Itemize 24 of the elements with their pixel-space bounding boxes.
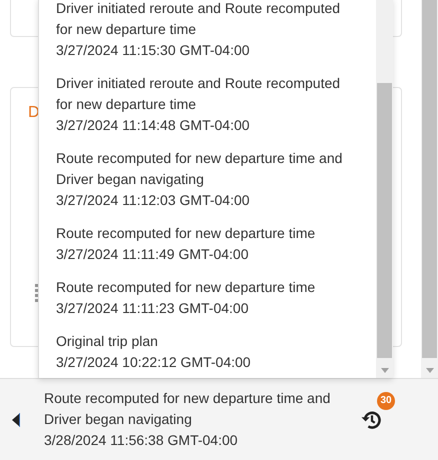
scrollbar-thumb[interactable]: [377, 83, 392, 358]
event-title: Route recomputed for new departure time: [56, 278, 316, 297]
scroll-down-icon[interactable]: [426, 368, 434, 373]
event-timestamp: 3/27/2024 10:22:12 GMT-04:00: [56, 353, 252, 372]
event-title: Driver initiated reroute and Route recomputed for new departure time: [56, 0, 342, 39]
event-title: Route recomputed for new departure time: [56, 224, 316, 243]
scrollbar[interactable]: [376, 0, 393, 378]
history-icon: [361, 408, 383, 430]
event-title: Route recomputed for new departure time and Driver began navigating: [44, 389, 332, 429]
event-title: Route recomputed for new departure time and Driver began navigating: [56, 149, 344, 189]
event-timestamp: 3/27/2024 11:11:49 GMT-04:00: [56, 245, 250, 264]
collapse-caret-icon[interactable]: [12, 412, 20, 426]
event-timestamp: 3/27/2024 11:11:23 GMT-04:00: [56, 299, 250, 318]
event-title: Driver initiated reroute and Route recomputed for new departure time: [56, 74, 342, 114]
event-timestamp: 3/27/2024 11:12:03 GMT-04:00: [56, 191, 251, 210]
history-button[interactable]: 30: [361, 392, 395, 432]
notification-badge: 30: [377, 392, 395, 410]
scrollbar[interactable]: [421, 0, 438, 378]
event-timestamp: 3/27/2024 11:14:48 GMT-04:00: [56, 116, 251, 135]
event-timestamp: 3/27/2024 11:15:30 GMT-04:00: [56, 41, 251, 60]
scroll-down-icon[interactable]: [380, 368, 388, 373]
event-title: Original trip plan: [56, 332, 159, 351]
scrollbar-thumb[interactable]: [422, 0, 437, 358]
event-timestamp: 3/28/2024 11:56:38 GMT-04:00: [44, 431, 239, 450]
